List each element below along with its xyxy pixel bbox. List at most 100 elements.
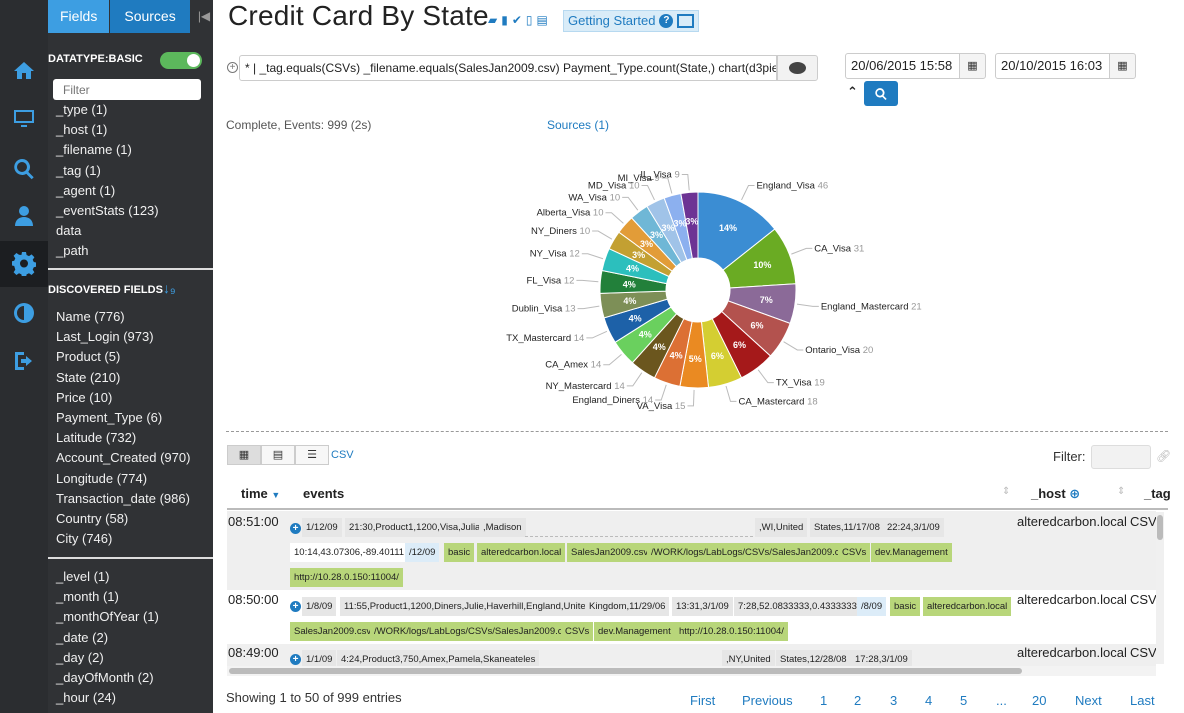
contrast-icon[interactable]: [0, 290, 48, 336]
event-token[interactable]: http://10.28.0.150:11004/: [290, 568, 403, 587]
field-item[interactable]: Product (5): [56, 347, 190, 367]
table-row[interactable]: 08:49:00 + 1/1/09 4:24,Product3,750,Amex…: [227, 644, 1163, 669]
pager-next[interactable]: Next: [1075, 693, 1102, 708]
event-token[interactable]: dev.Management: [594, 622, 675, 641]
field-item[interactable]: _filename (1): [56, 140, 159, 160]
event-token[interactable]: 7:28,52.0833333,0.4333333: [734, 597, 861, 616]
table-filter-input[interactable]: [1091, 445, 1151, 469]
column-tag[interactable]: _tag: [1144, 486, 1171, 501]
field-item[interactable]: _date (2): [56, 628, 159, 648]
sort-numeric-icon[interactable]: ↓₉: [163, 280, 176, 296]
pager-first[interactable]: First: [690, 693, 715, 708]
open-folder-icon[interactable]: ▰: [488, 13, 497, 27]
gear-icon[interactable]: [0, 241, 48, 287]
sources-link[interactable]: Sources (1): [547, 118, 609, 132]
search-icon[interactable]: [0, 146, 48, 192]
event-token[interactable]: 1/8/09: [302, 597, 337, 616]
add-query-icon[interactable]: +: [227, 62, 238, 73]
column-time[interactable]: time ▼: [241, 486, 280, 501]
home-icon[interactable]: [0, 48, 48, 94]
csv-export-link[interactable]: CSV: [331, 449, 354, 461]
event-token[interactable]: ,WI,United: [755, 518, 808, 537]
field-item[interactable]: _host (1): [56, 120, 159, 140]
chart-type-button[interactable]: [777, 55, 818, 81]
event-token[interactable]: 21:30,Product1,1200,Visa,Julia: [345, 518, 485, 537]
pager-last[interactable]: Last: [1130, 693, 1155, 708]
tab-sources[interactable]: Sources: [110, 0, 191, 33]
event-token[interactable]: /WORK/logs/LabLogs/CSVs/SalesJan2009.csv: [647, 543, 854, 562]
tab-fields[interactable]: Fields: [48, 0, 111, 33]
field-item[interactable]: _tag (1): [56, 161, 159, 181]
list-view-button[interactable]: ☰: [295, 445, 329, 465]
host-value[interactable]: alteredcarbon.local: [1017, 645, 1127, 660]
collapse-panel-icon[interactable]: |◀: [195, 0, 213, 33]
chevron-up-icon[interactable]: ⌃: [847, 84, 858, 100]
pager-page-2[interactable]: 2: [854, 693, 861, 708]
logout-icon[interactable]: [0, 338, 48, 384]
sort-icon[interactable]: ⇕: [1117, 486, 1125, 497]
search-button[interactable]: [864, 81, 898, 106]
pager-page-1[interactable]: 1: [820, 693, 827, 708]
vertical-scrollbar[interactable]: [1156, 512, 1164, 664]
event-token[interactable]: http://10.28.0.150:11004/: [675, 622, 788, 641]
to-date-input[interactable]: 20/10/2015 16:03: [995, 53, 1110, 79]
table-row[interactable]: 08:50:00 + 1/8/09 11:55,Product1,1200,Di…: [227, 590, 1163, 644]
field-item[interactable]: Longitude (774): [56, 469, 190, 489]
table-row[interactable]: 08:51:00 + 1/12/09 21:30,Product1,1200,V…: [227, 511, 1163, 590]
pager-page-5[interactable]: 5: [960, 693, 967, 708]
expand-row-icon[interactable]: +: [290, 601, 301, 612]
host-value[interactable]: alteredcarbon.local: [1017, 592, 1127, 607]
event-token[interactable]: /12/09: [405, 543, 440, 562]
event-token[interactable]: alteredcarbon.local: [477, 543, 566, 562]
event-token[interactable]: Kingdom,11/29/06: [585, 597, 670, 616]
event-token[interactable]: /WORK/logs/LabLogs/CSVs/SalesJan2009.csv: [370, 622, 577, 641]
field-item[interactable]: State (210): [56, 368, 190, 388]
event-token[interactable]: basic: [444, 543, 475, 562]
field-item[interactable]: _hour (24): [56, 688, 159, 708]
search-query-input[interactable]: * | _tag.equals(CSVs) _filename.equals(S…: [239, 55, 777, 81]
field-item[interactable]: _month (1): [56, 587, 159, 607]
pager-page-20[interactable]: 20: [1032, 693, 1046, 708]
field-item[interactable]: _dayOfMonth (2): [56, 668, 159, 688]
horizontal-scrollbar[interactable]: [227, 666, 1156, 676]
event-token[interactable]: 11:55,Product1,1200,Diners,Julie,Haverhi…: [340, 597, 595, 616]
host-value[interactable]: alteredcarbon.local: [1017, 514, 1127, 529]
pager-page-4[interactable]: 4: [925, 693, 932, 708]
event-token[interactable]: 13:31,3/1/09: [672, 597, 733, 616]
expand-row-icon[interactable]: +: [290, 523, 301, 534]
field-item[interactable]: City (746): [56, 529, 190, 549]
event-token[interactable]: 10:14,43.07306,-89.40111: [290, 543, 409, 562]
event-token[interactable]: 1/12/09: [302, 518, 342, 537]
field-item[interactable]: _day (2): [56, 648, 159, 668]
field-item[interactable]: Last_Login (973): [56, 327, 190, 347]
expand-row-icon[interactable]: +: [290, 654, 301, 665]
event-token[interactable]: basic: [890, 597, 921, 616]
event-token[interactable]: ,Madison: [479, 518, 526, 537]
event-token[interactable]: CSVs: [838, 543, 871, 562]
event-token[interactable]: SalesJan2009.csv: [290, 622, 376, 641]
column-host[interactable]: _host ⊕: [1031, 486, 1080, 502]
event-token[interactable]: dev.Management: [871, 543, 952, 562]
event-token[interactable]: /8/09: [857, 597, 887, 616]
trash-icon[interactable]: ▯: [526, 13, 533, 27]
field-item[interactable]: _type (1): [56, 100, 159, 120]
event-token[interactable]: States,11/17/08: [810, 518, 884, 537]
field-filter-input[interactable]: [53, 79, 201, 100]
field-item[interactable]: _monthOfYear (1): [56, 607, 159, 627]
calendar-icon[interactable]: ▦: [959, 53, 986, 79]
monitor-icon[interactable]: [0, 95, 48, 141]
field-item[interactable]: Payment_Type (6): [56, 408, 190, 428]
link-icon[interactable]: 🔗︎: [1156, 449, 1171, 463]
pager-previous[interactable]: Previous: [742, 693, 793, 708]
pager-page-3[interactable]: 3: [890, 693, 897, 708]
sort-icon[interactable]: ⇕: [1002, 486, 1010, 497]
getting-started-button[interactable]: Getting Started ?: [563, 10, 700, 32]
calendar-icon[interactable]: ▦: [1109, 53, 1136, 79]
field-item[interactable]: Country (58): [56, 509, 190, 529]
field-item[interactable]: Transaction_date (986): [56, 489, 190, 509]
check-icon[interactable]: ✔: [512, 13, 522, 27]
field-item[interactable]: _eventStats (123): [56, 201, 159, 221]
event-token[interactable]: SalesJan2009.csv: [567, 543, 653, 562]
event-token[interactable]: alteredcarbon.local: [923, 597, 1012, 616]
grid-view-button[interactable]: ▦: [227, 445, 261, 465]
